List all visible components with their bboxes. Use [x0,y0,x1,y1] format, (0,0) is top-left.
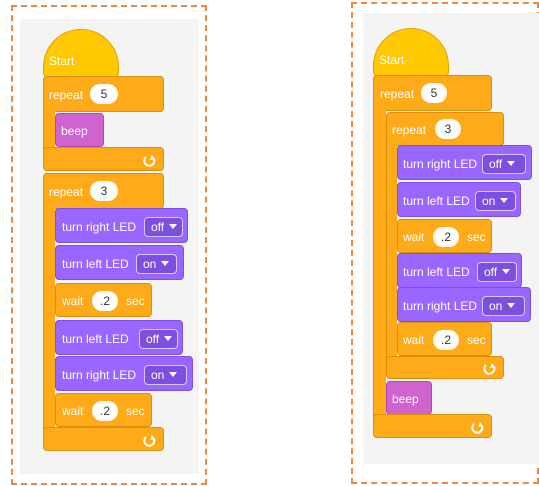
led-state-dropdown[interactable]: on [475,191,516,211]
start-label: Start [49,54,75,68]
led-state-dropdown[interactable]: off [482,154,526,174]
turn-right-led-block[interactable]: turn right LED off [397,145,532,180]
wait-time-input[interactable]: .2 [433,330,459,350]
caret-down-icon [507,303,516,309]
caret-down-icon [169,224,178,230]
block-text: turn right LED [62,220,137,234]
repeat-3-header[interactable]: repeat 3 [386,112,504,146]
led-state-dropdown[interactable]: on [136,254,177,274]
led-state-dropdown[interactable]: off [139,329,178,349]
loop-arrow-icon [143,155,156,167]
beep-label: beep [61,124,88,138]
wait-label: wait [62,294,84,308]
caret-down-icon [169,372,178,378]
loop-arrow-icon [143,435,156,447]
dropdown-value: off [151,220,165,234]
repeat-5-footer [43,147,164,171]
block-text: turn right LED [403,299,478,313]
repeat-5-header[interactable]: repeat 5 [373,75,492,111]
beep-block[interactable]: beep [386,381,432,415]
turn-left-led-block[interactable]: turn left LED on [55,245,184,280]
repeat-3-header[interactable]: repeat 3 [43,173,164,209]
block-text: turn left LED [62,332,129,346]
repeat-count-input[interactable]: 5 [421,83,447,103]
wait-time-input[interactable]: .2 [92,401,118,421]
caret-down-icon [507,161,516,167]
wait-time-input[interactable]: .2 [92,291,118,311]
turn-left-led-block[interactable]: turn left LED off [55,320,183,355]
dropdown-value: off [484,265,498,279]
sec-label: sec [467,230,486,244]
repeat-label: repeat [49,185,84,199]
wait-label: wait [403,333,425,347]
caret-down-icon [161,261,170,267]
loop-arrow-icon [471,422,484,434]
dropdown-value: on [143,257,157,271]
start-label: Start [379,53,405,67]
repeat-3-footer [43,427,164,451]
sec-label: sec [126,404,145,418]
dropdown-value: off [146,332,160,346]
wait-time-input[interactable]: .2 [433,227,459,247]
repeat-count-input[interactable]: 3 [90,181,118,201]
repeat-5-footer [373,414,492,438]
block-text: turn right LED [62,368,137,382]
repeat-5-header[interactable]: repeat 5 [43,76,164,112]
wait-block[interactable]: wait .2 sec [55,283,152,317]
repeat-5-arm [373,107,386,425]
led-state-dropdown[interactable]: off [477,262,517,282]
wait-block[interactable]: wait .2 sec [397,322,492,356]
led-state-dropdown[interactable]: on [144,365,187,385]
wait-block[interactable]: wait .2 sec [55,393,152,427]
turn-right-led-block[interactable]: turn right LED on [397,287,531,322]
turn-left-led-block[interactable]: turn left LED on [397,182,521,217]
dropdown-value: on [151,368,165,382]
repeat-count-input[interactable]: 3 [435,119,461,139]
led-state-dropdown[interactable]: on [482,296,525,316]
led-state-dropdown[interactable]: off [144,217,183,237]
repeat-label: repeat [49,88,84,102]
block-text: turn right LED [403,157,478,171]
turn-left-led-block[interactable]: turn left LED off [397,253,522,288]
repeat-3-arm [43,205,55,431]
turn-right-led-block[interactable]: turn right LED on [55,356,193,391]
caret-down-icon [502,269,511,275]
block-text: turn left LED [403,194,470,208]
wait-label: wait [62,404,84,418]
dropdown-value: off [489,157,503,171]
sec-label: sec [467,333,486,347]
sec-label: sec [126,294,145,308]
repeat-3-arm [386,142,397,360]
dropdown-value: on [489,299,503,313]
beep-block[interactable]: beep [55,113,104,147]
repeat-3-footer [386,356,504,379]
turn-right-led-block[interactable]: turn right LED off [55,208,188,243]
beep-label: beep [392,392,419,406]
block-text: turn left LED [403,265,470,279]
wait-label: wait [403,230,425,244]
dropdown-value: on [482,194,496,208]
caret-down-icon [500,198,509,204]
loop-arrow-icon [483,363,496,375]
repeat-label: repeat [380,87,415,101]
repeat-label: repeat [392,123,427,137]
block-text: turn left LED [62,257,129,271]
caret-down-icon [164,336,173,342]
repeat-count-input[interactable]: 5 [90,84,118,104]
wait-block[interactable]: wait .2 sec [397,219,492,253]
